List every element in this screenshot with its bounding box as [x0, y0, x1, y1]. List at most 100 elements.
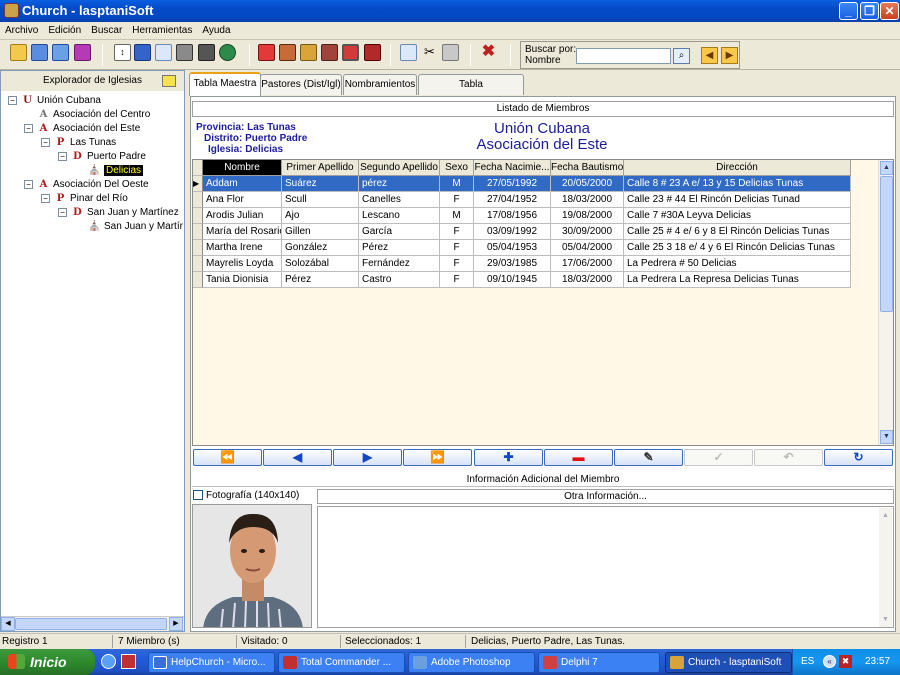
- table-cell[interactable]: Addam: [203, 176, 282, 192]
- edit-record-button[interactable]: ✎: [614, 449, 683, 466]
- prior-record-button[interactable]: ◀: [263, 449, 332, 466]
- certificate-icon[interactable]: [300, 44, 317, 61]
- table-cell[interactable]: Scull: [282, 192, 359, 208]
- photo-checkbox[interactable]: Fotografía (140x140): [192, 489, 312, 503]
- table-row[interactable]: Tania Dionisia Pérez Castro F 09/10/1945 18/0…: [193, 272, 851, 288]
- delete-record-button[interactable]: ▬: [544, 449, 613, 466]
- post-record-button[interactable]: ✓: [684, 449, 753, 466]
- table-cell[interactable]: 29/03/1985: [474, 256, 551, 272]
- table-row[interactable]: María del Rosario Gillen García F 03/09/1992…: [193, 224, 851, 240]
- paste-icon[interactable]: [442, 44, 459, 61]
- table-cell[interactable]: 05/04/1953: [474, 240, 551, 256]
- other-info-textarea[interactable]: ▲ ▼: [317, 506, 894, 628]
- table-cell[interactable]: Pérez: [282, 272, 359, 288]
- next-result-icon[interactable]: ▶: [721, 47, 738, 64]
- cancel-icon[interactable]: ✖: [480, 44, 497, 61]
- last-record-button[interactable]: ⏩: [403, 449, 472, 466]
- tree-node-pinar-del-rio[interactable]: − P Pinar del Río: [41, 192, 128, 205]
- red-diamond-icon[interactable]: [258, 44, 275, 61]
- table-cell[interactable]: 19/08/2000: [551, 208, 624, 224]
- task-photoshop[interactable]: Adobe Photoshop: [408, 652, 535, 673]
- table-cell[interactable]: 09/10/1945: [474, 272, 551, 288]
- table-cell[interactable]: Martha Irene: [203, 240, 282, 256]
- maximize-button[interactable]: ❐: [860, 2, 879, 20]
- table-cell[interactable]: María del Rosario: [203, 224, 282, 240]
- row-indicator[interactable]: [193, 192, 203, 208]
- task-delphi[interactable]: Delphi 7: [538, 652, 660, 673]
- tools-icon[interactable]: [198, 44, 215, 61]
- table-row[interactable]: Mayrelis Loyda Solozábal Fernández F 29/03/1…: [193, 256, 851, 272]
- close-button[interactable]: ✕: [880, 2, 899, 20]
- table-row[interactable]: Ana Flor Scull Canelles F 27/04/1952 18/03/20…: [193, 192, 851, 208]
- scroll-right-icon[interactable]: ▶: [169, 617, 183, 631]
- table-cell[interactable]: Mayrelis Loyda: [203, 256, 282, 272]
- row-indicator[interactable]: [193, 240, 203, 256]
- start-button[interactable]: Inicio: [0, 649, 95, 675]
- table-cell[interactable]: Suárez: [282, 176, 359, 192]
- table-cell[interactable]: Fernández: [359, 256, 440, 272]
- task-helpchurch[interactable]: HelpChurch - Micro...: [148, 652, 275, 673]
- list-icon[interactable]: [134, 44, 151, 61]
- table-cell[interactable]: F: [440, 256, 474, 272]
- minimize-button[interactable]: _: [839, 2, 858, 20]
- table-cell[interactable]: Arodis Julian: [203, 208, 282, 224]
- task-total-commander[interactable]: Total Commander ...: [278, 652, 405, 673]
- col-fecha-bautismo[interactable]: Fecha Bautismo: [551, 160, 624, 176]
- menu-ayuda[interactable]: Ayuda: [197, 22, 235, 39]
- insert-record-button[interactable]: ✚: [474, 449, 543, 466]
- quicklaunch-app-icon[interactable]: [121, 654, 136, 669]
- col-sexo[interactable]: Sexo: [440, 160, 474, 176]
- table-cell[interactable]: Gillen: [282, 224, 359, 240]
- table-cell[interactable]: Castro: [359, 272, 440, 288]
- print-icon[interactable]: [176, 44, 193, 61]
- tab-nombramientos[interactable]: Nombramientos: [343, 74, 417, 95]
- tree-node-asociacion-centro[interactable]: A Asociación del Centro: [24, 108, 151, 121]
- tab-tabla-maestra[interactable]: Tabla Maestra: [189, 72, 261, 96]
- tree-node-las-tunas[interactable]: − P Las Tunas: [41, 136, 116, 149]
- language-indicator[interactable]: ES: [801, 649, 814, 675]
- grid-scroll-thumb[interactable]: [880, 176, 893, 312]
- table-cell[interactable]: F: [440, 240, 474, 256]
- menu-herramientas[interactable]: Herramientas: [127, 22, 197, 39]
- table-cell[interactable]: F: [440, 272, 474, 288]
- scroll-left-icon[interactable]: ◀: [1, 617, 15, 631]
- menu-buscar[interactable]: Buscar: [86, 22, 127, 39]
- heart-icon[interactable]: [321, 44, 338, 61]
- table-cell[interactable]: 27/04/1952: [474, 192, 551, 208]
- table-cell[interactable]: Calle 23 # 44 El Rincón Delicias Tunad: [624, 192, 851, 208]
- table-cell[interactable]: 20/05/2000: [551, 176, 624, 192]
- tray-app-icon[interactable]: ✖: [839, 655, 852, 668]
- book-icon[interactable]: [342, 44, 359, 61]
- phone-icon[interactable]: [364, 44, 381, 61]
- delete-icon[interactable]: [74, 44, 91, 61]
- table-cell[interactable]: pérez: [359, 176, 440, 192]
- search-icon[interactable]: ⌕: [673, 48, 690, 64]
- table-cell[interactable]: 27/05/1992: [474, 176, 551, 192]
- row-indicator[interactable]: ▶: [193, 176, 203, 192]
- table-cell[interactable]: González: [282, 240, 359, 256]
- prev-result-icon[interactable]: ◀: [701, 47, 718, 64]
- table-cell[interactable]: Ana Flor: [203, 192, 282, 208]
- first-record-button[interactable]: ⏪: [193, 449, 262, 466]
- copy-icon[interactable]: [400, 44, 417, 61]
- tab-importar-exportar[interactable]: Tabla Importar/Exportar: [418, 74, 524, 110]
- table-cell[interactable]: García: [359, 224, 440, 240]
- table-cell[interactable]: 03/09/1992: [474, 224, 551, 240]
- tree-node-delicias[interactable]: ⛪ Delicias: [75, 164, 144, 177]
- refresh-button[interactable]: ↻: [824, 449, 893, 466]
- table-cell[interactable]: La Pedrera La Represa Delicias Tunas: [624, 272, 851, 288]
- task-church[interactable]: Church - lasptaniSoft: [665, 652, 792, 673]
- table-cell[interactable]: Calle 7 #30A Leyva Delicias: [624, 208, 851, 224]
- menu-archivo[interactable]: Archivo: [0, 22, 43, 39]
- col-nombre[interactable]: Nombre: [203, 160, 282, 176]
- col-primer-apellido[interactable]: Primer Apellido: [282, 160, 359, 176]
- table-cell[interactable]: Solozábal: [282, 256, 359, 272]
- scroll-down-icon[interactable]: ▼: [879, 613, 892, 626]
- table-cell[interactable]: 05/04/2000: [551, 240, 624, 256]
- sort-icon[interactable]: ↕: [114, 44, 131, 61]
- row-indicator[interactable]: [193, 272, 203, 288]
- table-cell[interactable]: Tania Dionisia: [203, 272, 282, 288]
- tree-node-san-juan-martinez[interactable]: − D San Juan y Martínez: [58, 206, 179, 219]
- other-info-header[interactable]: Otra Información...: [317, 489, 894, 504]
- table-cell[interactable]: M: [440, 176, 474, 192]
